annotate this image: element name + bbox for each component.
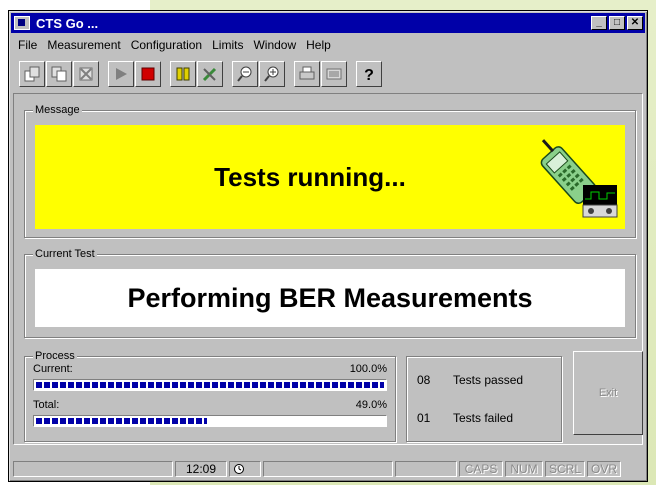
print-icon <box>299 66 315 80</box>
tests-passed-label: Tests passed <box>453 373 524 387</box>
status-num: NUM <box>505 461 543 477</box>
status-caps: CAPS <box>459 461 503 477</box>
menu-file[interactable]: File <box>13 36 42 54</box>
svg-text:?: ? <box>364 67 374 83</box>
window-title: CTS Go ... <box>36 15 99 31</box>
tests-failed-count: 01 <box>417 411 431 425</box>
open-icon <box>24 66 40 82</box>
tests-failed-label: Tests failed <box>453 411 514 425</box>
menu-configuration[interactable]: Configuration <box>126 36 207 54</box>
tests-passed-count: 08 <box>417 373 431 387</box>
message-group-label: Message <box>33 103 82 117</box>
zoom-out-button[interactable] <box>232 61 258 87</box>
play-button[interactable] <box>108 61 134 87</box>
message-group: Message Tests running... <box>24 103 636 238</box>
current-test-group-label: Current Test <box>33 247 97 261</box>
total-progress-label: Total: <box>33 399 60 411</box>
maximize-button[interactable]: □ <box>609 16 625 30</box>
process-group-label: Process <box>33 349 77 363</box>
save-icon <box>51 66 67 82</box>
display-icon <box>326 68 342 80</box>
process-group: Process Current: 100.0% Total: 49.0% <box>24 349 396 442</box>
app-icon[interactable] <box>14 16 30 30</box>
play-icon <box>116 68 127 80</box>
clock-icon <box>234 464 244 474</box>
delete-button[interactable] <box>73 61 99 87</box>
status-scrl: SCRL <box>545 461 585 477</box>
open-button[interactable] <box>19 61 45 87</box>
menu-limits[interactable]: Limits <box>207 36 248 54</box>
menu-measurement[interactable]: Measurement <box>42 36 125 54</box>
tools-icon <box>202 67 217 82</box>
main-panel: Message Tests running... Current Test Pe… <box>13 93 643 445</box>
current-progress-value: 100.0% <box>349 363 387 375</box>
pause-icon <box>176 67 190 81</box>
delete-icon <box>79 67 93 81</box>
title-bar: CTS Go ... _ □ ✕ <box>11 13 645 33</box>
minimize-button[interactable]: _ <box>591 16 607 30</box>
current-test-group: Current Test Performing BER Measurements <box>24 247 636 338</box>
moon-icon <box>248 464 253 474</box>
zoom-in-button[interactable] <box>259 61 285 87</box>
message-area: Tests running... <box>35 125 625 229</box>
mobile-tester-icon <box>540 139 618 218</box>
current-test-area: Performing BER Measurements <box>35 269 625 327</box>
stats-group: 08 Tests passed 01 Tests failed <box>406 356 562 442</box>
current-test-text: Performing BER Measurements <box>127 282 533 313</box>
total-progress-fill <box>36 418 207 424</box>
status-ovr: OVR <box>587 461 621 477</box>
exit-button[interactable]: Exit <box>573 351 643 435</box>
zoom-out-icon <box>237 66 252 82</box>
help-icon: ? <box>364 67 374 83</box>
toolbar: ? <box>19 59 383 89</box>
current-progress-bar <box>33 379 387 391</box>
menu-bar: File Measurement Configuration Limits Wi… <box>13 36 336 54</box>
app-window: CTS Go ... _ □ ✕ File Measurement Config… <box>8 10 648 482</box>
status-message-cell <box>13 461 173 477</box>
stop-icon <box>141 67 155 81</box>
menu-window[interactable]: Window <box>248 36 301 54</box>
pause-button[interactable] <box>170 61 196 87</box>
menu-help[interactable]: Help <box>301 36 336 54</box>
print-button[interactable] <box>294 61 320 87</box>
total-progress-bar <box>33 415 387 427</box>
tools-button[interactable] <box>197 61 223 87</box>
current-progress-label: Current: <box>33 363 73 375</box>
stop-button[interactable] <box>135 61 161 87</box>
help-button[interactable]: ? <box>356 61 382 87</box>
status-indicator-cell <box>229 461 261 477</box>
message-text: Tests running... <box>214 161 406 192</box>
display-button[interactable] <box>321 61 347 87</box>
status-time: 12:09 <box>175 461 227 477</box>
save-button[interactable] <box>46 61 72 87</box>
total-progress-value: 49.0% <box>355 399 387 411</box>
status-empty-cell <box>263 461 393 477</box>
status-blank-cell <box>395 461 457 477</box>
current-progress-fill <box>36 382 384 388</box>
status-bar: 12:09 CAPS NUM SCRL OVR <box>13 460 643 478</box>
zoom-in-icon <box>264 66 279 82</box>
close-button[interactable]: ✕ <box>627 16 643 30</box>
